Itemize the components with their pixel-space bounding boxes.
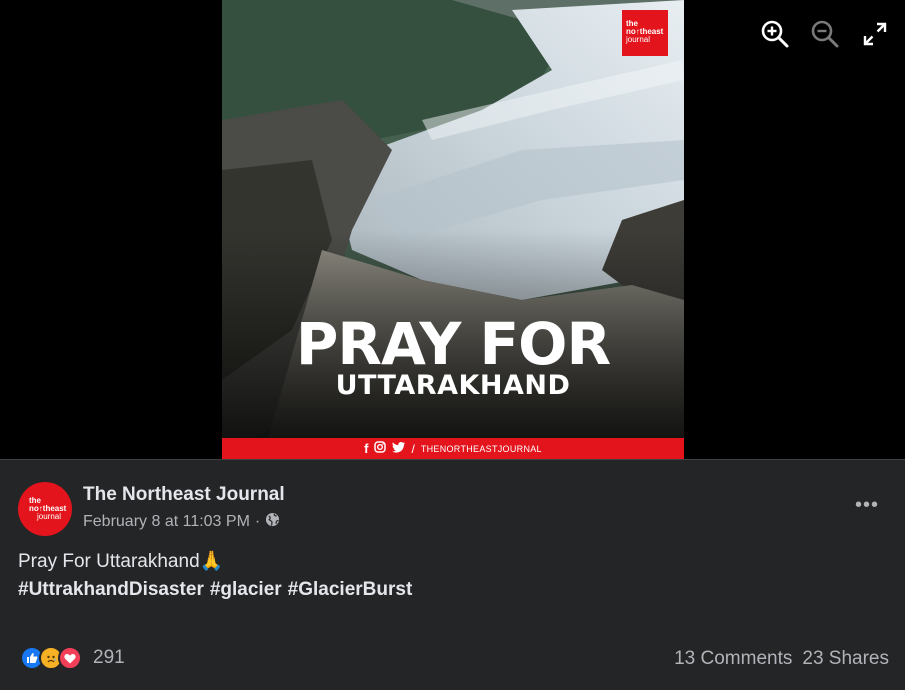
brand-logo-line3: journal <box>626 35 651 44</box>
caption-text: Pray For Uttarakhand🙏 <box>18 551 224 572</box>
page-name-link[interactable]: The Northeast Journal <box>83 484 285 506</box>
photo-viewer: PRAY FOR UTTARAKHAND the no↑theast journ… <box>0 0 905 459</box>
viewer-toolbar <box>759 18 891 50</box>
avatar-logo-line3: journal <box>37 512 62 521</box>
facebook-icon: f <box>364 441 369 456</box>
reaction-count[interactable]: 291 <box>93 647 125 669</box>
more-options-button[interactable]: ••• <box>855 494 879 517</box>
social-bar: f / THENORTHEASTJOURNAL <box>222 438 684 459</box>
twitter-icon <box>392 440 406 458</box>
zoom-out-icon[interactable] <box>809 18 841 50</box>
hashtag-link[interactable]: #GlacierBurst <box>288 576 413 604</box>
post-panel: the no↑theast journal The Northeast Jour… <box>0 459 905 690</box>
meta-separator: · <box>254 513 261 530</box>
photo-headline: PRAY FOR <box>295 310 611 378</box>
love-reaction-icon <box>58 646 82 670</box>
post-meta: February 8 at 11:03 PM · <box>83 512 280 532</box>
fullscreen-icon[interactable] <box>859 18 891 50</box>
comments-count-link[interactable]: 13 Comments <box>674 648 792 670</box>
hashtag-list: #UttrakhandDisaster #glacier #GlacierBur… <box>18 576 412 604</box>
post-photo[interactable]: PRAY FOR UTTARAKHAND the no↑theast journ… <box>222 0 684 459</box>
reaction-summary[interactable]: 291 <box>20 646 125 670</box>
post-caption: Pray For Uttarakhand🙏 #UttrakhandDisaste… <box>18 548 412 604</box>
hashtag-link[interactable]: #glacier <box>210 576 282 604</box>
hashtag-link[interactable]: #UttrakhandDisaster <box>18 576 204 604</box>
post-timestamp[interactable]: February 8 at 11:03 PM <box>83 513 250 531</box>
shares-count-link[interactable]: 23 Shares <box>802 648 889 670</box>
instagram-icon <box>374 440 387 458</box>
engagement-stats: 13 Comments 23 Shares <box>674 648 889 670</box>
avatar[interactable]: the no↑theast journal <box>18 482 72 536</box>
social-handle: THENORTHEASTJOURNAL <box>420 443 542 454</box>
globe-icon[interactable] <box>265 512 280 532</box>
zoom-in-icon[interactable] <box>759 18 791 50</box>
photo-subheadline: UTTARAKHAND <box>335 370 571 401</box>
social-separator: / <box>411 441 415 456</box>
brand-logo: the no↑theast journal <box>622 10 668 56</box>
